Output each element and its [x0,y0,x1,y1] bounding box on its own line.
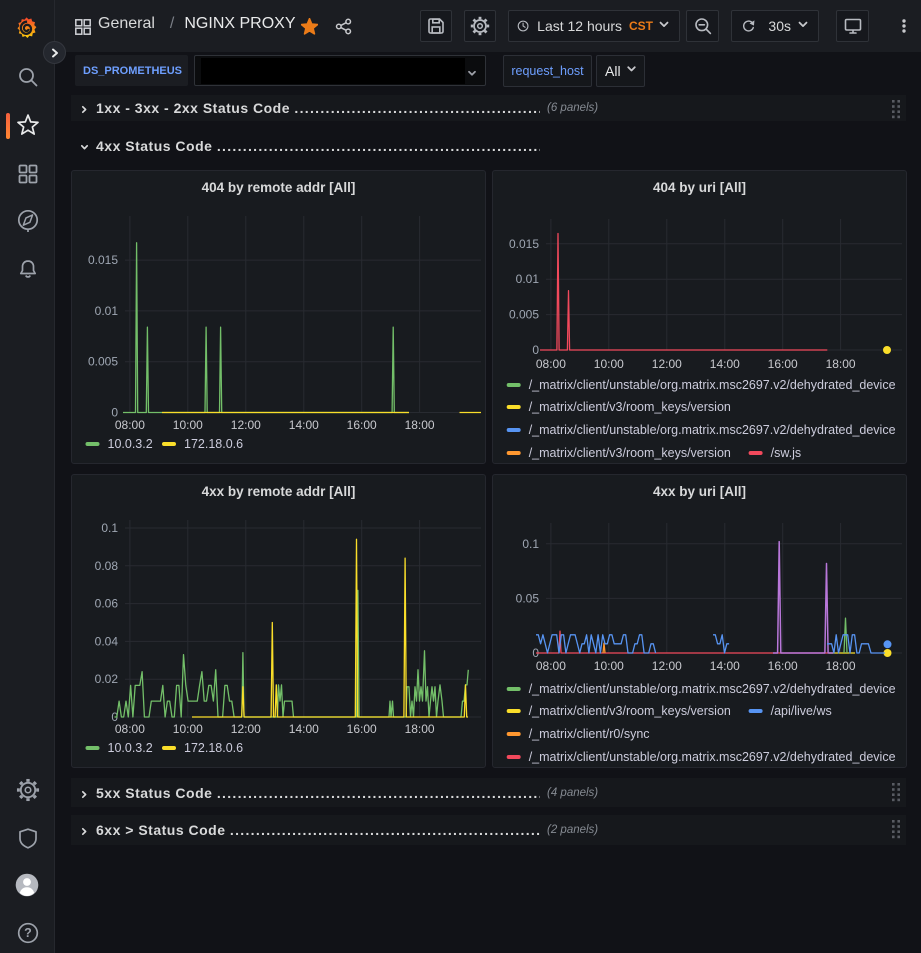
svg-text:0.1: 0.1 [101,521,118,535]
svg-text:18:00: 18:00 [405,418,435,432]
svg-text:0.08: 0.08 [95,559,119,573]
svg-text:16:00: 16:00 [347,418,377,432]
svg-text:0.01: 0.01 [95,304,119,318]
svg-text:14:00: 14:00 [289,418,319,432]
svg-text:0.05: 0.05 [516,591,540,605]
svg-text:172.18.0.6: 172.18.0.6 [184,437,243,451]
svg-text:14:00: 14:00 [710,659,740,673]
svg-text:/_matrix/client/v3/room_keys/v: /_matrix/client/v3/room_keys/version [529,446,731,460]
svg-text:16:00: 16:00 [768,659,798,673]
svg-text:18:00: 18:00 [405,722,435,736]
svg-text:18:00: 18:00 [826,357,856,371]
svg-text:/_matrix/client/unstable/org.m: /_matrix/client/unstable/org.matrix.msc2… [529,423,896,437]
svg-text:18:00: 18:00 [826,659,856,673]
svg-text:172.18.0.6: 172.18.0.6 [184,741,243,755]
svg-text:0.04: 0.04 [95,634,119,648]
svg-text:0.015: 0.015 [88,253,118,267]
svg-text:12:00: 12:00 [231,418,261,432]
svg-text:0.01: 0.01 [516,272,540,286]
svg-text:10:00: 10:00 [173,418,203,432]
svg-text:?: ? [24,926,32,940]
svg-text:/api/live/ws: /api/live/ws [771,704,832,718]
svg-text:0.1: 0.1 [522,537,539,551]
svg-text:14:00: 14:00 [289,722,319,736]
svg-text:/sw.js: /sw.js [771,446,802,460]
svg-text:10:00: 10:00 [173,722,203,736]
svg-text:/_matrix/client/unstable/org.m: /_matrix/client/unstable/org.matrix.msc2… [529,682,896,696]
svg-text:10.0.3.2: 10.0.3.2 [108,741,153,755]
svg-text:0: 0 [532,343,539,357]
svg-text:08:00: 08:00 [115,722,145,736]
svg-text:0.005: 0.005 [509,308,539,322]
svg-text:16:00: 16:00 [768,357,798,371]
svg-text:/_matrix/client/v3/room_keys/v: /_matrix/client/v3/room_keys/version [529,704,731,718]
svg-text:/_matrix/client/v3/room_keys/v: /_matrix/client/v3/room_keys/version [529,400,731,414]
svg-text:/_matrix/client/unstable/org.m: /_matrix/client/unstable/org.matrix.msc2… [529,378,896,392]
svg-text:08:00: 08:00 [536,659,566,673]
svg-text:0.015: 0.015 [509,237,539,251]
svg-text:0.005: 0.005 [88,355,118,369]
svg-text:0.02: 0.02 [95,672,119,686]
svg-text:12:00: 12:00 [231,722,261,736]
svg-text:10:00: 10:00 [594,357,624,371]
svg-text:12:00: 12:00 [652,659,682,673]
svg-text:08:00: 08:00 [536,357,566,371]
svg-text:16:00: 16:00 [347,722,377,736]
svg-text:/_matrix/client/r0/sync: /_matrix/client/r0/sync [529,727,650,741]
svg-text:12:00: 12:00 [652,357,682,371]
svg-text:10.0.3.2: 10.0.3.2 [108,437,153,451]
svg-text:08:00: 08:00 [115,418,145,432]
svg-text:14:00: 14:00 [710,357,740,371]
svg-text:10:00: 10:00 [594,659,624,673]
svg-text:/_matrix/client/unstable/org.m: /_matrix/client/unstable/org.matrix.msc2… [529,750,896,764]
svg-text:0.06: 0.06 [95,597,119,611]
